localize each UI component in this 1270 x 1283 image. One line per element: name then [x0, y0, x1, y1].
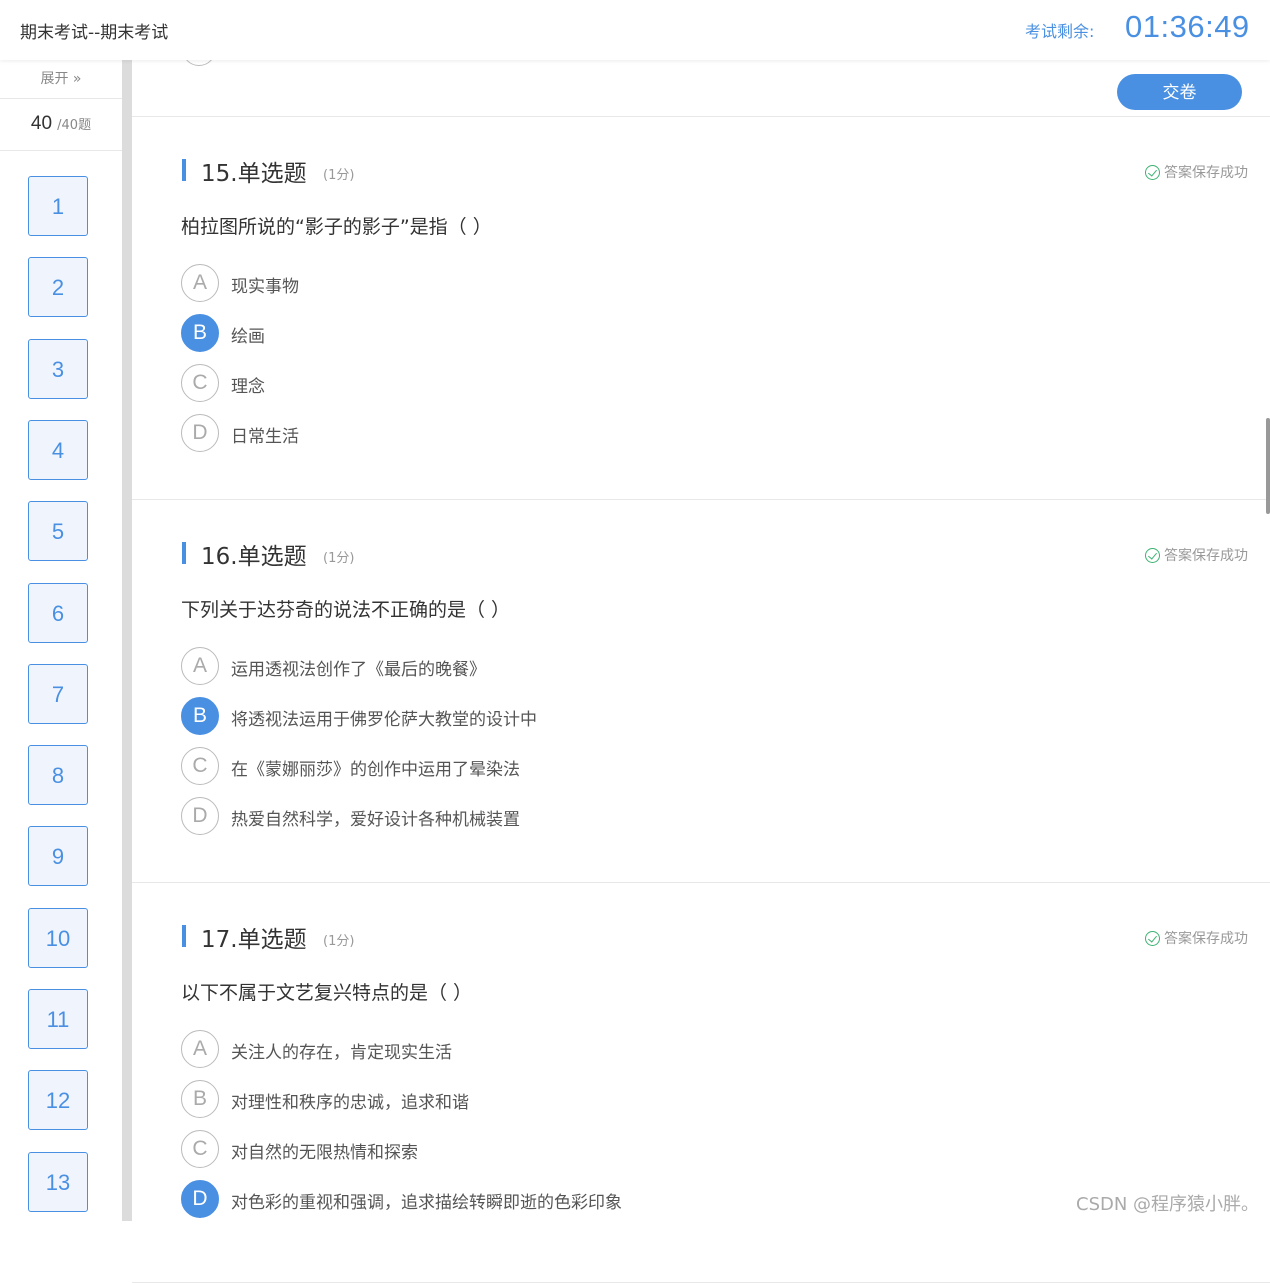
question-stem: 柏拉图所说的“影子的影子”是指（ ） [181, 216, 492, 238]
answer-option[interactable]: D 对色彩的重视和强调，追求描绘转瞬即逝的色彩印象 [181, 1180, 881, 1218]
option-letter-circle[interactable]: C [181, 747, 219, 785]
answered-number: 40 [30, 113, 53, 134]
question-number-button[interactable]: 4 [28, 419, 88, 480]
answer-option[interactable]: B 将透视法运用于佛罗伦萨大教堂的设计中 [181, 697, 881, 735]
question-card: 15.单选题 (1分) 答案保存成功柏拉图所说的“影子的影子”是指（ ） A 现实事物 B… [132, 116, 1270, 500]
question-score: (1分) [323, 168, 355, 183]
answer-option[interactable]: A 关注人的存在，肯定现实生活 [181, 1030, 881, 1068]
question-score: (1分) [323, 551, 355, 566]
answer-option[interactable]: A 运用透视法创作了《最后的晚餐》 [181, 647, 881, 685]
save-status: 答案保存成功 [1145, 928, 1248, 948]
submit-row: 交卷 [132, 32, 1270, 117]
question-card: 17.单选题 (1分) 答案保存成功以下不属于文艺复兴特点的是（ ） A 关注人的存在，… [132, 882, 1270, 1283]
watermark: CSDN @程序猿小胖。 [1076, 1194, 1260, 1215]
option-text: 对自然的无限热情和探索 [231, 1143, 418, 1163]
option-letter-circle[interactable]: C [181, 1130, 219, 1168]
save-status: 答案保存成功 [1145, 545, 1248, 565]
option-text: 对色彩的重视和强调，追求描绘转瞬即逝的色彩印象 [231, 1193, 622, 1213]
question-number-button[interactable]: 7 [28, 663, 88, 724]
option-text: 关注人的存在，肯定现实生活 [231, 1043, 452, 1063]
option-letter-circle[interactable]: C [181, 364, 219, 402]
option-letter-circle[interactable]: A [181, 647, 219, 685]
save-status-text: 答案保存成功 [1164, 548, 1248, 564]
question-stem: 以下不属于文艺复兴特点的是（ ） [181, 982, 473, 1004]
answered-count: 40 /40题 [0, 98, 122, 151]
option-letter-circle[interactable]: D [181, 414, 219, 452]
answer-option[interactable]: C 理念 [181, 364, 881, 402]
option-text: 绘画 [231, 327, 265, 347]
option-letter-circle[interactable]: D [181, 797, 219, 835]
question-number-button[interactable]: 1 [28, 176, 88, 236]
title-accent-bar [182, 159, 186, 181]
question-number-button[interactable]: 13 [28, 1151, 88, 1212]
title-accent-bar [182, 925, 186, 947]
total-questions: /40题 [57, 118, 92, 133]
exam-title: 期末考试--期末考试 [20, 23, 169, 43]
option-text: 日常生活 [231, 427, 299, 447]
option-text: 理念 [231, 377, 265, 397]
question-number-button[interactable]: 5 [28, 501, 88, 562]
option-text: 现实事物 [231, 277, 299, 297]
top-bar: 期末考试--期末考试 考试剩余: 01:36:49 [0, 0, 1270, 60]
title-accent-bar [182, 542, 186, 564]
countdown-timer: 01:36:49 [1125, 9, 1250, 44]
question-stem: 下列关于达芬奇的说法不正确的是（ ） [181, 599, 511, 621]
sidebar-divider [122, 60, 132, 1221]
option-letter-circle[interactable]: D [181, 1180, 219, 1218]
expand-toggle[interactable]: 展开 » [0, 60, 122, 99]
option-text: 在《蒙娜丽莎》的创作中运用了晕染法 [231, 760, 520, 780]
option-letter-circle[interactable]: B [181, 314, 219, 352]
question-score: (1分) [323, 934, 355, 949]
answer-option[interactable]: C 在《蒙娜丽莎》的创作中运用了晕染法 [181, 747, 881, 785]
option-letter-circle[interactable]: A [181, 1030, 219, 1068]
question-title: 16.单选题 [201, 544, 307, 570]
option-letter-circle[interactable]: A [181, 264, 219, 302]
answer-option[interactable]: B 对理性和秩序的忠诚，追求和谐 [181, 1080, 881, 1118]
save-status: 答案保存成功 [1145, 162, 1248, 182]
option-letter-circle[interactable]: B [181, 697, 219, 735]
answer-option[interactable]: B 绘画 [181, 314, 881, 352]
answer-option[interactable]: D 日常生活 [181, 414, 881, 452]
save-status-text: 答案保存成功 [1164, 165, 1248, 181]
question-number-button[interactable]: 9 [28, 826, 88, 887]
question-number-button[interactable]: 12 [28, 1070, 88, 1131]
question-nav-sidebar: 展开 » 40 /40题 1 2 3 4 5 6 7 8 9 10 11 12 13 [0, 60, 122, 1221]
scrollbar-thumb[interactable] [1266, 418, 1270, 514]
submit-exam-button[interactable]: 交卷 [1117, 74, 1242, 110]
question-number-button[interactable]: 8 [28, 745, 88, 806]
question-number-button[interactable]: 2 [28, 257, 88, 318]
option-text: 对理性和秩序的忠诚，追求和谐 [231, 1093, 469, 1113]
option-text: 热爱自然科学，爱好设计各种机械装置 [231, 810, 520, 830]
option-text: 将透视法运用于佛罗伦萨大教堂的设计中 [231, 710, 537, 730]
answer-option[interactable]: A 现实事物 [181, 264, 881, 302]
answer-option[interactable]: C 对自然的无限热情和探索 [181, 1130, 881, 1168]
question-number-button[interactable]: 10 [28, 907, 88, 968]
check-circle-icon [1145, 165, 1160, 180]
option-letter-circle[interactable]: B [181, 1080, 219, 1118]
answer-option[interactable]: D 热爱自然科学，爱好设计各种机械装置 [181, 797, 881, 835]
save-status-text: 答案保存成功 [1164, 931, 1248, 947]
question-number-button[interactable]: 6 [28, 582, 88, 643]
question-title: 17.单选题 [201, 927, 307, 953]
question-number-button[interactable]: 3 [28, 338, 88, 399]
option-text: 运用透视法创作了《最后的晚餐》 [231, 660, 486, 680]
timer-label: 考试剩余: [1025, 22, 1095, 41]
question-title: 15.单选题 [201, 161, 307, 187]
question-area: 交卷 15.单选题 (1分) 答案保存成功 柏拉图所说的“影子的影子”是指（ ） A 现实… [132, 32, 1270, 1283]
check-circle-icon [1145, 548, 1160, 563]
check-circle-icon [1145, 931, 1160, 946]
question-card: 16.单选题 (1分) 答案保存成功下列关于达芬奇的说法不正确的是（ ） A 运用透视法… [132, 499, 1270, 883]
question-number-button[interactable]: 11 [28, 989, 88, 1049]
